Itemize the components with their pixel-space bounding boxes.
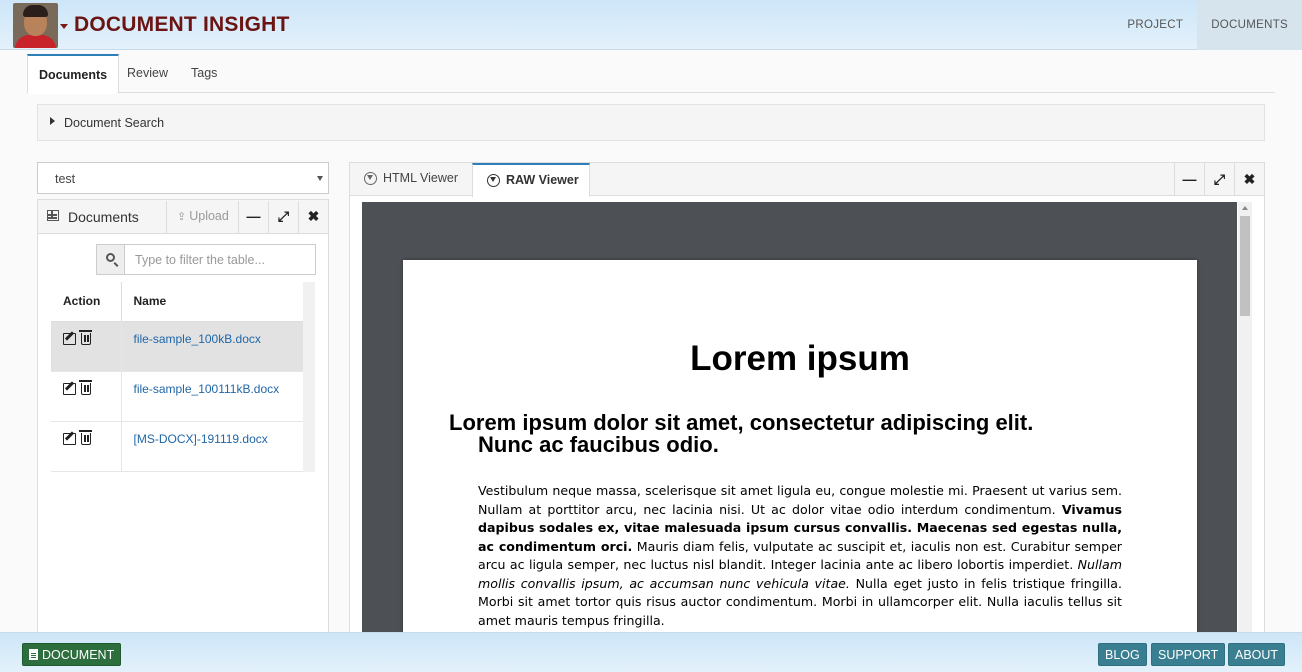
blog-button[interactable]: BLOG: [1098, 643, 1147, 666]
scrollbar-thumb[interactable]: [1240, 216, 1250, 316]
nav-project[interactable]: PROJECT: [1113, 0, 1197, 50]
project-select-value: test: [55, 172, 76, 186]
document-search-label: Document Search: [64, 116, 165, 130]
upload-label: Upload: [189, 209, 229, 223]
table-row[interactable]: [MS-DOCX]-191119.docx: [51, 421, 303, 472]
app-footer: DOCUMENT BLOG SUPPORT ABOUT: [0, 632, 1302, 672]
close-button[interactable]: ✖: [1234, 163, 1264, 196]
app-title: DOCUMENT INSIGHT: [74, 13, 290, 36]
filter-input[interactable]: [124, 244, 316, 275]
chevron-down-icon[interactable]: [60, 24, 68, 29]
edit-icon[interactable]: [63, 383, 76, 396]
minimize-button[interactable]: —: [238, 201, 268, 233]
paragraph-text: Vestibulum neque massa, scelerisque sit …: [478, 483, 1122, 517]
filter-group: [96, 244, 316, 275]
nav-documents[interactable]: DOCUMENTS: [1197, 0, 1302, 50]
document-button-label: DOCUMENT: [42, 648, 115, 662]
dropdown-arrow-icon: [317, 176, 323, 181]
minimize-button[interactable]: —: [1174, 163, 1204, 196]
document-page: Lorem ipsum Lorem ipsum dolor sit amet, …: [403, 260, 1197, 660]
viewer-panel: HTML Viewer RAW Viewer — ⤢ ✖ Lorem ipsum…: [349, 162, 1265, 660]
user-avatar[interactable]: [13, 3, 58, 48]
column-header-name[interactable]: Name: [121, 282, 303, 322]
document-link[interactable]: file-sample_100111kB.docx: [134, 382, 280, 396]
tab-raw-viewer-label: RAW Viewer: [506, 173, 579, 187]
expand-button[interactable]: ⤢: [268, 201, 298, 233]
row-actions: [51, 421, 122, 472]
edit-icon[interactable]: [63, 333, 76, 346]
trash-icon[interactable]: [79, 380, 92, 396]
tab-html-viewer-label: HTML Viewer: [383, 171, 459, 185]
edit-icon[interactable]: [63, 433, 76, 446]
document-link[interactable]: [MS-DOCX]-191119.docx: [134, 432, 268, 446]
row-actions: [51, 321, 122, 372]
scroll-up-icon[interactable]: [1242, 206, 1248, 210]
tab-documents[interactable]: Documents: [27, 54, 120, 94]
caret-right-icon: [50, 117, 55, 125]
document-heading-line2: Nunc ac faucibus odio.: [478, 432, 719, 457]
support-button[interactable]: SUPPORT: [1151, 643, 1226, 666]
upload-icon: ⇪: [177, 211, 187, 223]
documents-panel-title: Documents: [68, 209, 139, 225]
documents-panel-header: Documents ⇪ Upload — ⤢ ✖: [38, 200, 328, 234]
document-paragraph: Vestibulum neque massa, scelerisque sit …: [478, 482, 1122, 630]
close-button[interactable]: ✖: [298, 201, 328, 233]
file-icon: [29, 649, 38, 660]
tab-raw-viewer[interactable]: RAW Viewer: [472, 163, 590, 197]
table-row[interactable]: file-sample_100kB.docx: [51, 321, 303, 372]
upload-button[interactable]: ⇪ Upload: [166, 201, 236, 233]
table-scroll-gutter: [303, 282, 315, 472]
table-icon: [47, 210, 59, 221]
document-button[interactable]: DOCUMENT: [22, 643, 122, 666]
search-addon: [96, 244, 125, 275]
download-icon: [487, 174, 500, 187]
trash-icon[interactable]: [79, 430, 92, 446]
column-header-action[interactable]: Action: [51, 282, 122, 322]
project-select[interactable]: test: [37, 162, 329, 194]
documents-panel: Documents ⇪Upload — ⤢ ✖ Action Name file…: [37, 199, 329, 639]
subtab-bar: Documents Review Tags: [27, 54, 1275, 94]
document-search-toggle[interactable]: Document Search: [37, 104, 1265, 141]
table-row[interactable]: file-sample_100111kB.docx: [51, 371, 303, 422]
top-nav: PROJECT DOCUMENTS: [1113, 0, 1302, 50]
document-canvas[interactable]: Lorem ipsum Lorem ipsum dolor sit amet, …: [362, 202, 1237, 660]
download-icon: [364, 172, 377, 185]
viewer-scrollbar[interactable]: [1238, 202, 1252, 642]
trash-icon[interactable]: [79, 330, 92, 346]
search-icon: [106, 253, 115, 262]
document-title: Lorem ipsum: [690, 339, 910, 378]
tab-review[interactable]: Review: [116, 54, 179, 93]
document-heading: Lorem ipsum dolor sit amet, consectetur …: [449, 412, 1149, 456]
documents-table: Action Name file-sample_100kB.docx file-…: [51, 282, 303, 472]
app-header: DOCUMENT INSIGHT PROJECT DOCUMENTS: [0, 0, 1302, 50]
expand-button[interactable]: ⤢: [1204, 163, 1234, 196]
about-button[interactable]: ABOUT: [1228, 643, 1286, 666]
tab-tags[interactable]: Tags: [180, 54, 228, 93]
row-actions: [51, 371, 122, 422]
tab-html-viewer[interactable]: HTML Viewer: [350, 163, 472, 196]
viewer-tab-bar: HTML Viewer RAW Viewer — ⤢ ✖: [350, 163, 1264, 197]
document-link[interactable]: file-sample_100kB.docx: [134, 332, 261, 346]
